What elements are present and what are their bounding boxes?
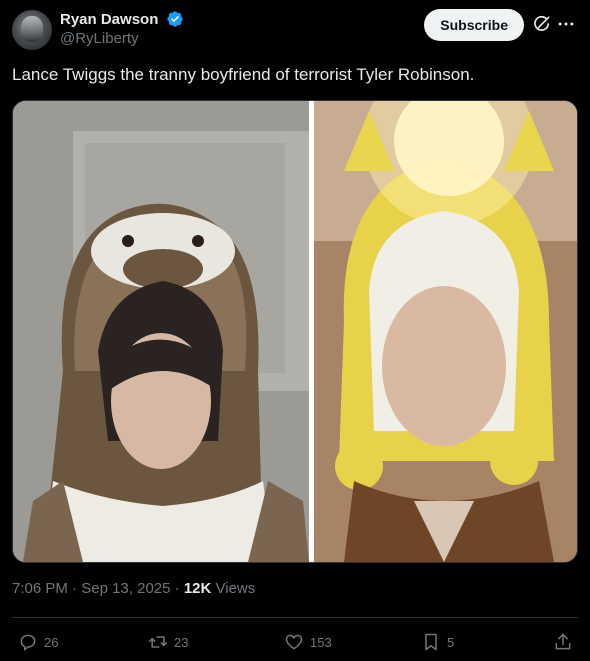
reply-icon (20, 634, 36, 651)
author-info[interactable]: Ryan Dawson @RyLiberty (60, 10, 184, 47)
share-button[interactable] (553, 628, 579, 656)
bookmark-icon (425, 633, 437, 651)
retweet-icon (148, 636, 168, 648)
photo-left-image (13, 101, 309, 562)
retweet-button[interactable]: 23 (148, 628, 188, 656)
reply-button[interactable]: 26 (18, 628, 58, 656)
avatar[interactable] (12, 10, 52, 50)
views-label: Views (215, 580, 256, 597)
photo-right-image (314, 101, 577, 562)
like-count: 153 (310, 634, 332, 650)
views-count: 12K (183, 580, 212, 597)
bookmark-button[interactable]: 5 (421, 628, 454, 656)
photo-left[interactable] (13, 101, 309, 562)
like-icon (285, 634, 303, 650)
tweet-text: Lance Twiggs the tranny boyfriend of ter… (12, 65, 475, 84)
timestamp: 7:06 PM · Sep 13, 2025 · 12K Views (12, 580, 256, 597)
action-bar: 26 23 153 5 (12, 628, 578, 658)
reply-count: 26 (44, 634, 59, 650)
grok-icon[interactable] (532, 14, 552, 34)
handle[interactable]: @RyLiberty (60, 30, 184, 47)
bookmark-count: 5 (447, 634, 455, 650)
post-time[interactable]: 7:06 PM (12, 580, 68, 597)
post-date[interactable]: Sep 13, 2025 (81, 580, 170, 597)
media-grid (12, 100, 578, 563)
retweet-count: 23 (174, 634, 189, 650)
subscribe-button[interactable]: Subscribe (424, 9, 524, 41)
verified-badge-icon (167, 11, 183, 27)
tweet-header: Ryan Dawson @RyLiberty Subscribe (12, 8, 578, 52)
divider (12, 617, 578, 618)
display-name[interactable]: Ryan Dawson (60, 11, 158, 28)
photo-right[interactable] (314, 101, 577, 562)
more-icon[interactable] (556, 14, 576, 34)
like-button[interactable]: 153 (284, 628, 332, 656)
share-icon (555, 633, 571, 650)
